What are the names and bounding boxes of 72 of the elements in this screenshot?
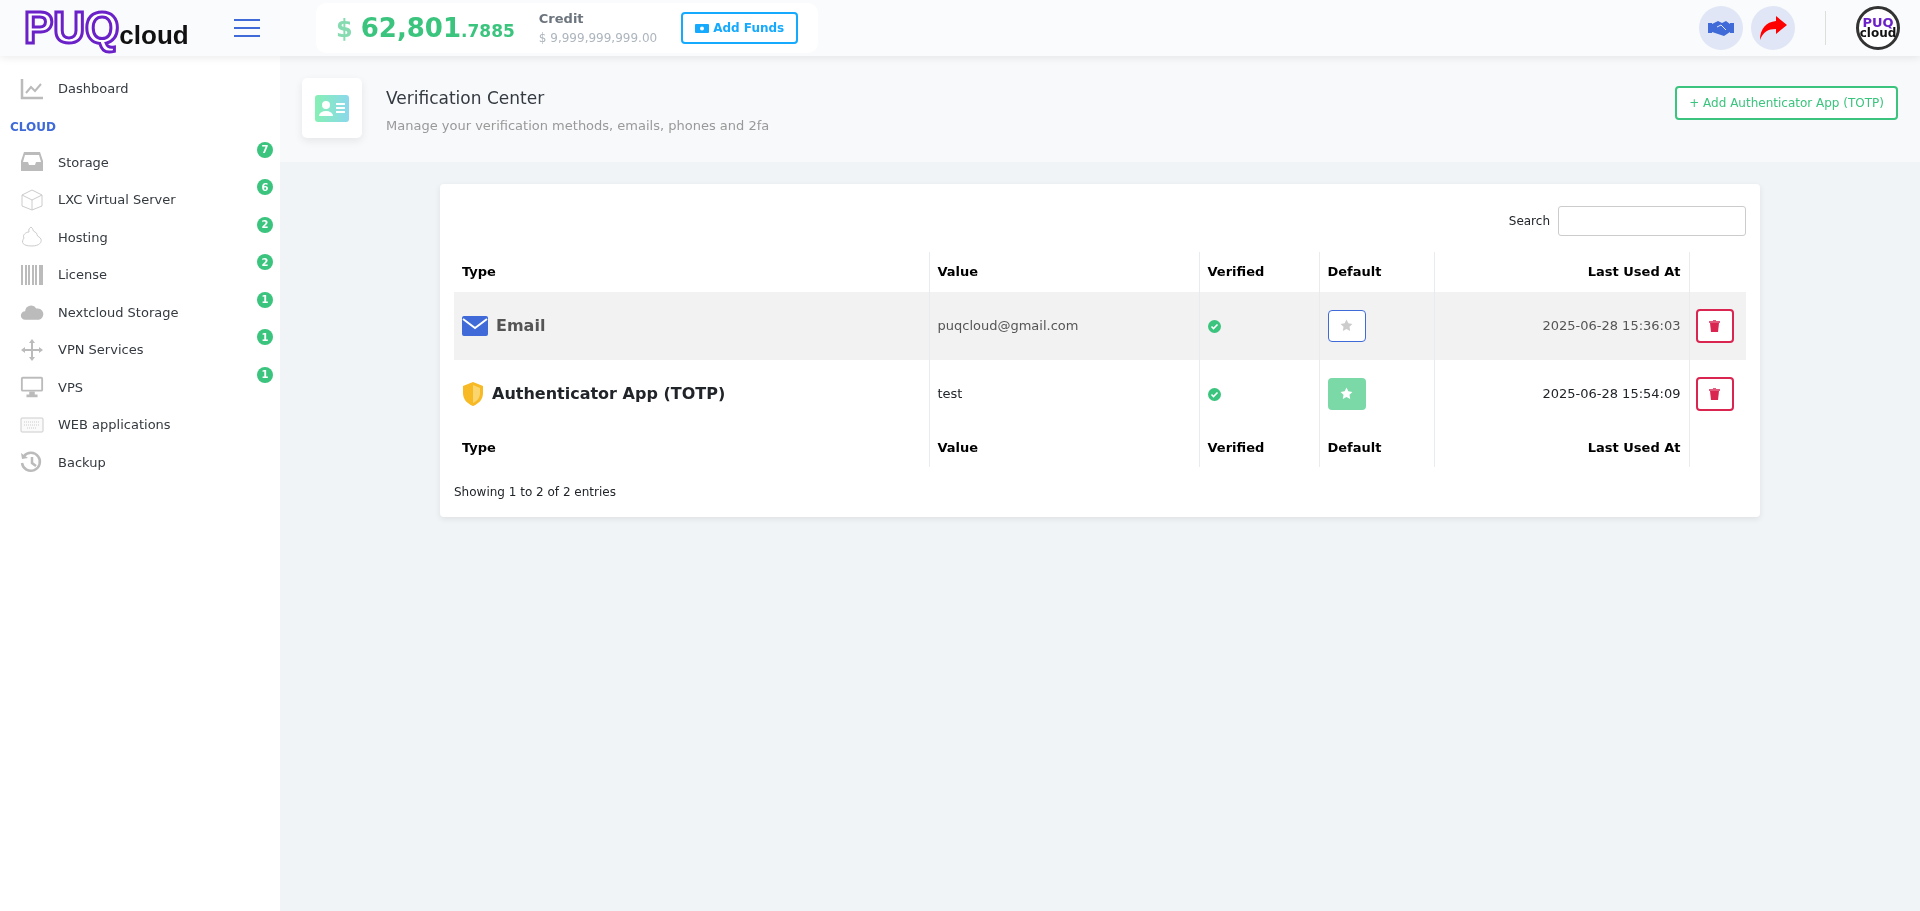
count-badge: 1 [257,366,273,383]
banknote-icon [695,23,710,33]
tray-icon [20,151,44,174]
credit-label: Credit [538,10,585,29]
barcode-icon [20,263,44,286]
menu-icon[interactable] [234,19,260,37]
credit-value: $ 9,999,999,999.00 [538,29,658,47]
column-header: Type [454,427,929,467]
curved-arrow-icon [1758,15,1788,41]
default-star-button[interactable] [1327,309,1366,342]
balance-amount: 62,801 [360,11,462,45]
delete-button[interactable] [1695,376,1734,411]
swirl-icon [20,226,44,249]
column-header: Last Used At [1434,427,1689,467]
sidebar-section-heading: CLOUD [9,118,57,136]
count-badge: 1 [257,329,273,345]
column-header: Verified [1199,252,1319,292]
history-icon [20,450,44,475]
sidebar-link[interactable]: WEB applications [58,415,171,435]
shield-icon [462,380,484,407]
sidebar-link[interactable]: Storage [58,152,109,172]
share-button[interactable] [1751,6,1795,50]
count-badge: 2 [257,216,273,233]
entries-info: Showing 1 to 2 of 2 entries [454,484,617,501]
search-field[interactable] [1558,206,1746,236]
handshake-button[interactable] [1699,6,1743,50]
user-avatar[interactable]: PUQ cloud [1856,6,1900,50]
column-header: Default [1319,252,1434,292]
sidebar-link[interactable]: LXC Virtual Server [58,190,176,210]
sidebar-link[interactable]: Nextcloud Storage [58,302,179,322]
count-badge: 1 [257,291,273,308]
sidebar-link[interactable]: VPS [58,377,83,397]
count-badge: 2 [257,254,273,270]
count-badge: 7 [257,141,273,158]
star-icon [1340,319,1353,332]
sidebar-link[interactable]: Backup [58,452,106,472]
column-header: Type [454,252,929,292]
page-title: Verification Center [386,87,546,110]
currency-sign: $ [336,13,353,45]
envelope-icon [462,315,488,336]
method-type: Email [496,314,546,337]
page-subtitle: Manage your verification methods, emails, phones and 2fa [386,116,770,135]
method-type: Authenticator App (TOTP) [492,382,726,405]
id-card-icon [315,94,349,122]
keyboard-icon [20,416,44,433]
method-value: puqcloud@gmail.com [937,317,1079,333]
delete-button[interactable] [1695,308,1734,343]
column-header: Verified [1199,427,1319,467]
logo-subtext: cloud [119,22,189,48]
last-used-time: 2025-06-28 15:36:03 [1542,317,1681,333]
move-arrows-icon [20,337,44,362]
last-used-time: 2025-06-28 15:54:09 [1542,385,1681,401]
column-header: Value [929,427,1199,467]
search-label: Search [1508,213,1550,230]
monitor-icon [20,375,44,400]
sidebar-link[interactable]: VPN Services [58,340,144,360]
chart-icon [20,77,44,100]
handshake-icon [1708,20,1734,36]
balance-decimals: .7885 [461,19,515,43]
star-icon [1340,387,1353,400]
sidebar-link[interactable]: License [58,265,107,285]
sidebar-link[interactable]: Hosting [58,227,108,247]
count-badge: 6 [257,179,273,195]
method-value: test [937,385,963,401]
sidebar-link[interactable]: Dashboard [58,79,129,99]
trash-icon [1709,319,1720,332]
column-header: Default [1319,427,1434,467]
column-header: Last Used At [1434,252,1689,292]
default-star-button[interactable] [1327,377,1366,410]
column-header: Value [929,252,1199,292]
trash-icon [1709,387,1720,400]
cube-icon [20,188,44,211]
